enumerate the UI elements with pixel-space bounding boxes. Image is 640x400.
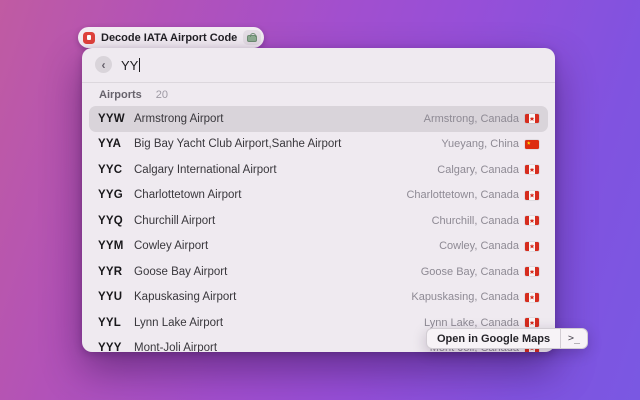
iata-code: YYG [98,189,123,202]
airport-name: Big Bay Yacht Club Airport,Sanhe Airport [134,138,342,151]
canada-flag-icon [525,292,539,302]
canada-flag-icon [525,165,539,175]
back-button[interactable]: ‹ [95,56,112,73]
canada-flag-icon [525,114,539,124]
shortcut-action-button[interactable] [243,30,262,45]
airport-name: Churchill Airport [134,214,216,227]
iata-code: YYA [98,138,122,151]
airport-location: Armstrong, Canada [423,112,519,125]
search-bar: ‹ YY [82,48,555,82]
canada-flag-icon [525,241,539,251]
tooltip-label: Open in Google Maps [437,332,551,345]
iata-code: YYW [98,112,125,125]
iata-code: YYQ [98,214,123,227]
airport-location: Calgary, Canada [437,163,519,176]
airport-name: Cowley Airport [134,240,209,253]
shortcut-title: Decode IATA Airport Code [101,31,238,44]
airport-name: Armstrong Airport [134,112,224,125]
iata-code: YYU [98,291,123,304]
table-row[interactable]: YYA Big Bay Yacht Club Airport,Sanhe Air… [89,132,548,158]
airport-location: Lynn Lake, Canada [424,316,519,329]
search-input[interactable]: YY [121,57,141,73]
iata-code: YYC [98,163,123,176]
shortcut-key-icon: >_ [568,333,581,344]
airport-name: Mont-Joli Airport [134,342,218,352]
iata-code: YYY [98,342,122,352]
airport-name: Kapuskasing Airport [134,291,237,304]
stop-square [86,35,92,40]
airport-location: Cowley, Canada [439,240,519,253]
table-row[interactable]: YYG Charlottetown Airport Charlottetown,… [89,183,548,209]
table-row[interactable]: YYR Goose Bay Airport Goose Bay, Canada [89,259,548,285]
airport-location: Yueyang, China [441,138,519,151]
airport-name: Lynn Lake Airport [134,316,224,329]
divider [82,82,555,83]
airport-location: Churchill, Canada [431,214,519,227]
airport-name: Charlottetown Airport [134,189,242,202]
stop-icon[interactable] [83,31,95,44]
running-shortcut-pill: Decode IATA Airport Code [78,27,265,48]
iata-code: YYM [98,240,124,253]
iata-code: YYR [98,265,123,278]
table-row[interactable]: YYC Calgary International Airport Calgar… [89,157,548,183]
airport-name: Calgary International Airport [134,163,277,176]
canada-flag-icon [525,216,539,226]
airport-location: Kapuskasing, Canada [411,291,519,304]
section-count: 20 [155,89,169,101]
section-title: Airports [99,89,142,101]
airport-rows: YYW Armstrong Airport Armstrong, Canada … [82,106,555,352]
airport-location: Goose Bay, Canada [420,265,519,278]
chevron-left-icon: ‹ [101,57,106,72]
bag-icon [247,32,258,42]
search-input-value: YY [121,57,139,73]
airport-name: Goose Bay Airport [134,265,228,278]
iata-code: YYL [98,316,121,329]
airport-list-window: ‹ YY Airports 20 YYW Armstrong Airport A… [82,48,555,352]
table-row[interactable]: YYW Armstrong Airport Armstrong, Canada [89,106,548,132]
canada-flag-icon [525,267,539,277]
china-flag-icon [525,139,539,149]
canada-flag-icon [525,190,539,200]
table-row[interactable]: YYU Kapuskasing Airport Kapuskasing, Can… [89,285,548,311]
table-row[interactable]: YYQ Churchill Airport Churchill, Canada [89,208,548,234]
table-row[interactable]: YYM Cowley Airport Cowley, Canada [89,234,548,260]
section-header: Airports 20 [99,89,168,101]
airport-location: Charlottetown, Canada [406,189,519,202]
text-caret [139,58,141,72]
open-in-google-maps-button[interactable]: Open in Google Maps >_ [426,328,589,349]
canada-flag-icon [525,318,539,328]
